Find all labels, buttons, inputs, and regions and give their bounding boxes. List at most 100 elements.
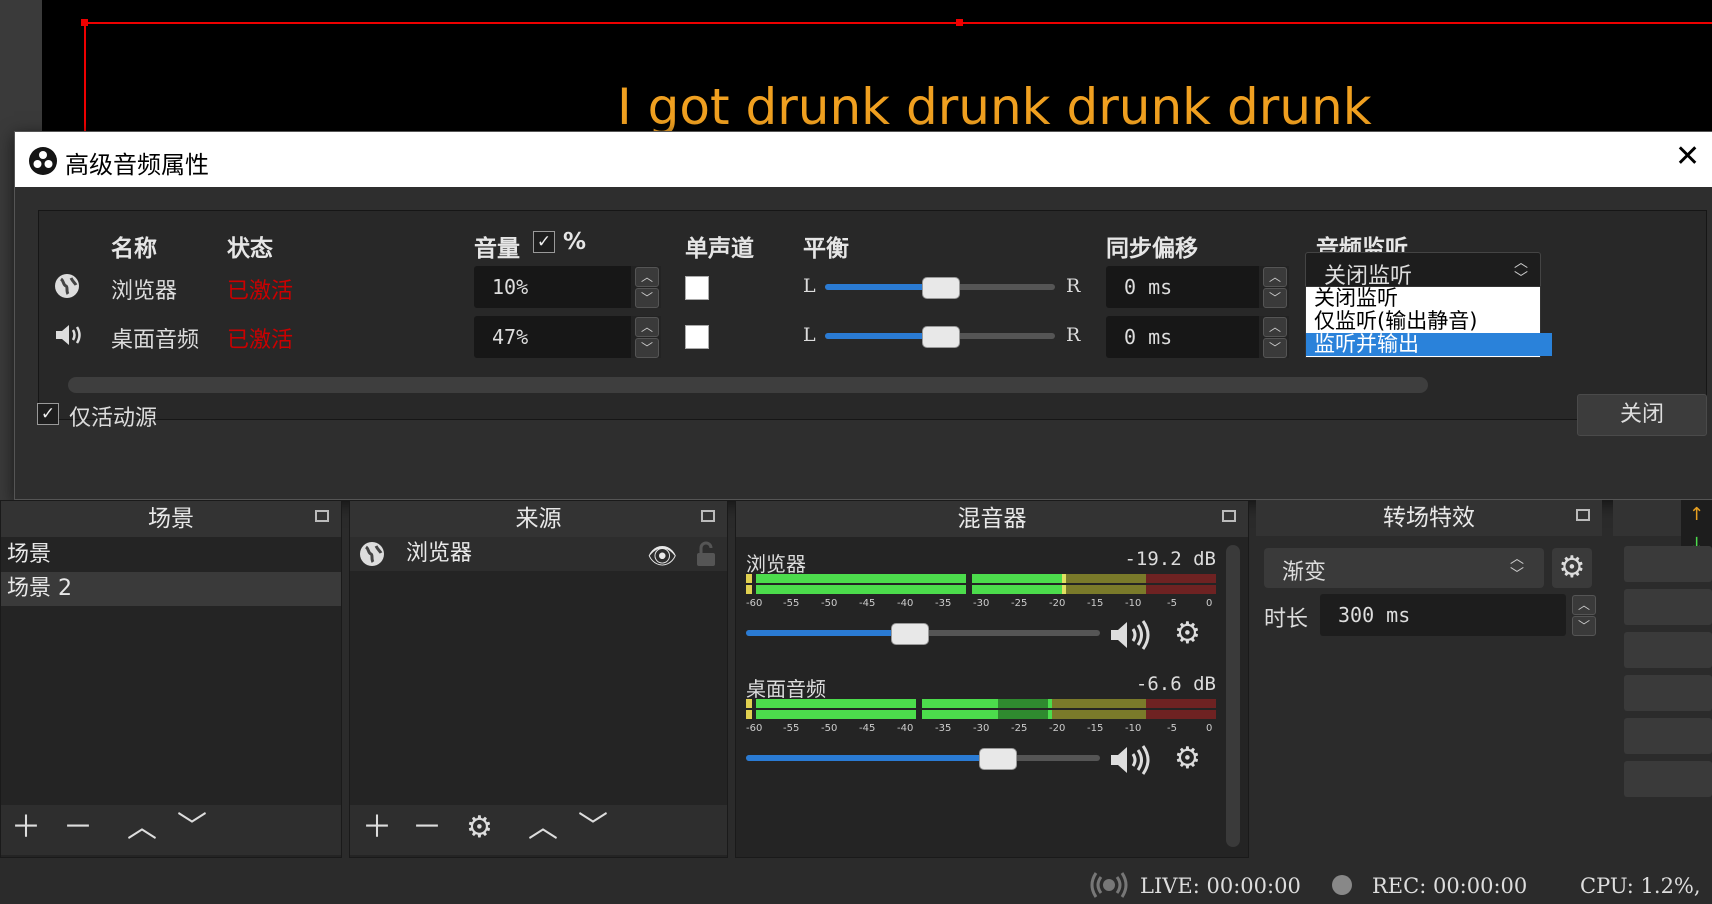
unlock-icon[interactable] [695,541,717,578]
eye-icon[interactable]: 👁 [647,539,677,573]
gear-icon[interactable]: ⚙ [1174,744,1201,774]
horizontal-scrollbar[interactable] [68,377,1428,393]
chevron-up-icon[interactable]: ︿ [1263,267,1287,287]
header-percent: % [563,229,587,255]
scene-item-selected[interactable]: 场景 2 [1,572,341,606]
volume-slider-knob[interactable] [979,748,1018,770]
header-volume: 音量 [474,236,520,262]
updown-chevron-icon: ︿ ﹀ [1514,255,1528,287]
mixer-dock: 混音器 浏览器 -19.2 dB -60 -55 -50 -45 -40 -35… [735,500,1249,858]
chevron-down-icon[interactable]: ﹀ [1263,288,1287,308]
duration-spinner[interactable]: ︿ ﹀ [1568,594,1598,636]
scene-item[interactable]: 场景 [1,538,341,572]
duration-label: 时长 [1264,607,1309,632]
control-button[interactable] [1624,632,1712,668]
chevron-down-icon[interactable]: ﹀ [635,288,659,308]
transitions-dock-title: 转场特效 [1256,500,1602,536]
move-down-icon[interactable]: ﹀ [578,813,608,843]
mixer-channel-name: 桌面音频 [746,677,826,701]
globe-icon [358,540,386,579]
transition-select[interactable]: 渐变 ︿ ﹀ [1264,548,1544,588]
volume-slider-knob[interactable] [890,623,929,645]
balance-slider-knob[interactable] [922,326,960,348]
meter-tick-label: -35 [935,723,952,734]
meter-tick-label: -30 [973,598,990,609]
broadcast-icon [1090,871,1128,904]
controls-dock: ↑ ↓ [1613,500,1712,856]
float-dock-icon[interactable] [1222,510,1236,522]
resize-handle[interactable] [81,19,88,26]
sources-title-text: 来源 [515,506,562,532]
float-dock-icon[interactable] [315,510,329,522]
chevron-down-icon[interactable]: ﹀ [1572,616,1596,636]
float-dock-icon[interactable] [701,510,715,522]
scenes-title-text: 场景 [148,506,194,532]
chevron-up-icon[interactable]: ︿ [1572,595,1596,615]
gear-icon[interactable]: ⚙ [1552,548,1592,588]
sync-offset-input[interactable]: 0 ms [1106,316,1266,358]
monitoring-option[interactable]: 仅监听(输出静音) [1306,310,1552,333]
float-dock-icon[interactable] [1576,509,1590,521]
volume-spinner[interactable]: ︿ ﹀ [631,266,661,308]
chevron-up-icon[interactable]: ︿ [635,267,659,287]
header-mono: 单声道 [685,236,754,262]
control-button[interactable] [1624,675,1712,711]
active-only-checkbox[interactable]: ✓ [37,403,59,425]
close-button[interactable]: 关闭 [1577,394,1707,436]
volume-spinner[interactable]: ︿ ﹀ [631,316,661,358]
preview-lyric-text: I got drunk drunk drunk drunk [617,78,1372,135]
transitions-title-text: 转场特效 [1383,505,1475,531]
monitoring-option-selected[interactable]: 监听并输出 [1306,333,1552,356]
preview-canvas[interactable]: I got drunk drunk drunk drunk [42,0,1712,135]
meter-tick-label: -45 [859,723,876,734]
row-status: 已激活 [227,328,294,353]
remove-source-icon[interactable]: － [412,813,442,843]
gear-icon[interactable]: ⚙ [1174,619,1201,649]
control-button[interactable] [1624,718,1712,754]
volume-input[interactable]: 47% [474,316,634,358]
duration-input[interactable]: 300 ms [1320,594,1566,636]
speaker-mute-icon[interactable] [1108,618,1154,658]
meter-tick-label: -5 [1167,598,1177,609]
control-button[interactable] [1624,589,1712,625]
chevron-down-icon[interactable]: ﹀ [1263,338,1287,358]
chevron-up-icon[interactable]: ︿ [1263,317,1287,337]
move-up-icon[interactable]: ︿ [127,813,157,843]
close-icon[interactable]: ✕ [1675,142,1700,172]
control-button[interactable] [1624,761,1712,797]
sources-toolbar: ＋ － ⚙ ︿ ﹀ [350,805,727,855]
sync-spinner[interactable]: ︿ ﹀ [1259,316,1289,358]
resize-handle[interactable] [956,19,963,26]
source-item[interactable]: 浏览器 👁 [350,537,727,571]
balance-slider-knob[interactable] [922,277,960,299]
scenes-dock-title: 场景 [1,501,341,537]
meter-tick-label: -30 [973,723,990,734]
mono-checkbox[interactable] [685,325,709,349]
control-button[interactable] [1624,546,1712,582]
meter-tick-label: -55 [783,723,800,734]
monitoring-option[interactable]: 关闭监听 [1306,287,1552,310]
add-source-icon[interactable]: ＋ [362,813,392,843]
speaker-mute-icon[interactable] [1108,743,1154,783]
gear-icon[interactable]: ⚙ [466,813,493,843]
mixer-scrollbar[interactable] [1226,545,1240,847]
chevron-up-icon[interactable]: ︿ [635,317,659,337]
updown-chevron-icon: ︿ ﹀ [1510,551,1524,583]
volume-input[interactable]: 10% [474,266,634,308]
monitoring-dropdown-list[interactable]: 关闭监听 仅监听(输出静音) 监听并输出 [1305,286,1552,358]
percent-checkbox[interactable]: ✓ [533,231,555,253]
add-scene-icon[interactable]: ＋ [11,813,41,843]
sync-offset-input[interactable]: 0 ms [1106,266,1266,308]
sync-spinner[interactable]: ︿ ﹀ [1259,266,1289,308]
sources-dock: 来源 浏览器 👁 ＋ － ⚙ ︿ ﹀ [349,500,728,858]
chevron-down-icon[interactable]: ﹀ [635,338,659,358]
mono-checkbox[interactable] [685,276,709,300]
row-status: 已激活 [227,279,294,304]
meter-tick-label: -25 [1011,723,1028,734]
volume-slider[interactable] [746,755,1100,761]
move-down-icon[interactable]: ﹀ [177,813,207,843]
dialog-titlebar[interactable]: 高级音频属性 ✕ [15,132,1712,187]
header-sync-offset: 同步偏移 [1106,236,1198,262]
remove-scene-icon[interactable]: － [63,813,93,843]
move-up-icon[interactable]: ︿ [528,813,558,843]
